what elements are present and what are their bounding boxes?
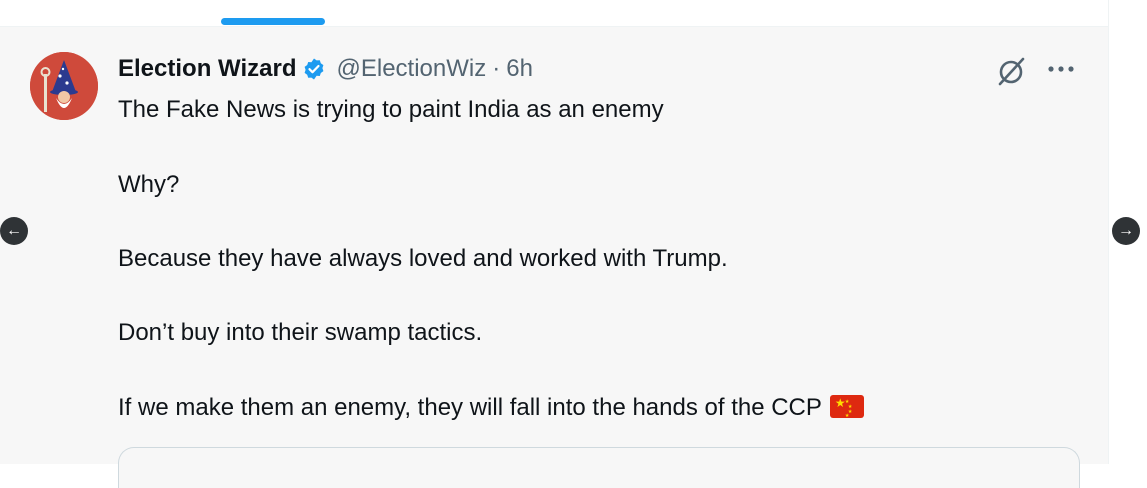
quoted-card[interactable]: [118, 447, 1080, 488]
timestamp[interactable]: 6h: [506, 55, 533, 83]
next-button[interactable]: →: [1112, 217, 1140, 245]
tweet-text-line-3: Because they have always loved and worke…: [118, 245, 728, 272]
top-tab-bar: [0, 0, 1108, 27]
handle[interactable]: @ElectionWiz: [336, 55, 486, 83]
china-flag-icon: ★ ★ ★ ★ ★: [829, 395, 864, 419]
wizard-avatar-icon: [30, 52, 98, 120]
avatar[interactable]: [30, 52, 98, 120]
previous-button[interactable]: ←: [0, 217, 28, 245]
tweet[interactable]: Election Wizard @ElectionWiz · 6h The Fa…: [0, 27, 1108, 488]
arrow-left-icon: ←: [6, 222, 22, 239]
grok-icon[interactable]: [994, 54, 1028, 88]
arrow-right-icon: →: [1118, 222, 1134, 239]
tweet-text-line-4: Don’t buy into their swamp tactics.: [118, 319, 483, 346]
separator-dot: ·: [492, 55, 501, 82]
tweet-text-line-5: If we make them an enemy, they will fall…: [118, 393, 864, 423]
tweet-text-line-5-text: If we make them an enemy, they will fall…: [118, 394, 822, 421]
tweet-header: Election Wizard @ElectionWiz · 6h: [118, 53, 533, 85]
tweet-text-line-2: Why?: [118, 171, 180, 198]
verified-badge-icon: [305, 58, 324, 80]
active-tab-indicator: [221, 18, 325, 25]
display-name[interactable]: Election Wizard: [118, 55, 296, 83]
more-options-icon[interactable]: [1045, 59, 1077, 79]
tweet-text-line-1: The Fake News is trying to paint India a…: [118, 96, 664, 123]
